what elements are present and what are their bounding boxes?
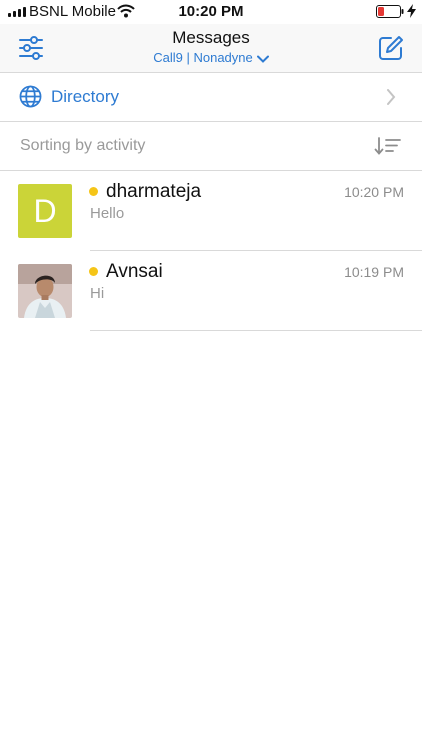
charging-icon (407, 4, 416, 18)
presence-indicator (89, 267, 98, 276)
directory-row[interactable]: Directory (0, 73, 422, 122)
status-time: 10:20 PM (178, 3, 244, 20)
message-preview: Hi (90, 285, 105, 302)
page-title: Messages (172, 28, 250, 47)
status-bar: BSNL Mobile 10:20 PM (0, 0, 422, 24)
message-time: 10:19 PM (344, 264, 404, 280)
account-selector-label: Call9 | Nonadyne (153, 50, 253, 65)
sorting-row: Sorting by activity (0, 122, 422, 171)
avatar-photo (18, 264, 72, 318)
globe-icon (19, 85, 42, 108)
divider (90, 330, 422, 331)
chevron-right-icon (387, 89, 396, 105)
directory-label: Directory (51, 87, 120, 106)
conversation-item[interactable]: Avnsai Hi 10:19 PM (0, 251, 422, 331)
compose-icon[interactable] (378, 35, 404, 61)
sort-icon[interactable] (374, 136, 402, 156)
message-time: 10:20 PM (344, 184, 404, 200)
message-preview: Hello (90, 205, 125, 222)
sorting-label: Sorting by activity (20, 137, 146, 154)
contact-name: Avnsai (106, 261, 163, 282)
account-selector[interactable]: Call9 | Nonadyne (0, 50, 422, 65)
battery-icon (376, 5, 404, 18)
conversation-item[interactable]: D dharmateja Hello 10:20 PM (0, 171, 422, 251)
navigation-bar: Messages Call9 | Nonadyne (0, 24, 422, 73)
avatar: D (18, 184, 72, 238)
presence-indicator (89, 187, 98, 196)
chevron-down-icon (256, 55, 269, 63)
contact-name: dharmateja (106, 181, 202, 202)
